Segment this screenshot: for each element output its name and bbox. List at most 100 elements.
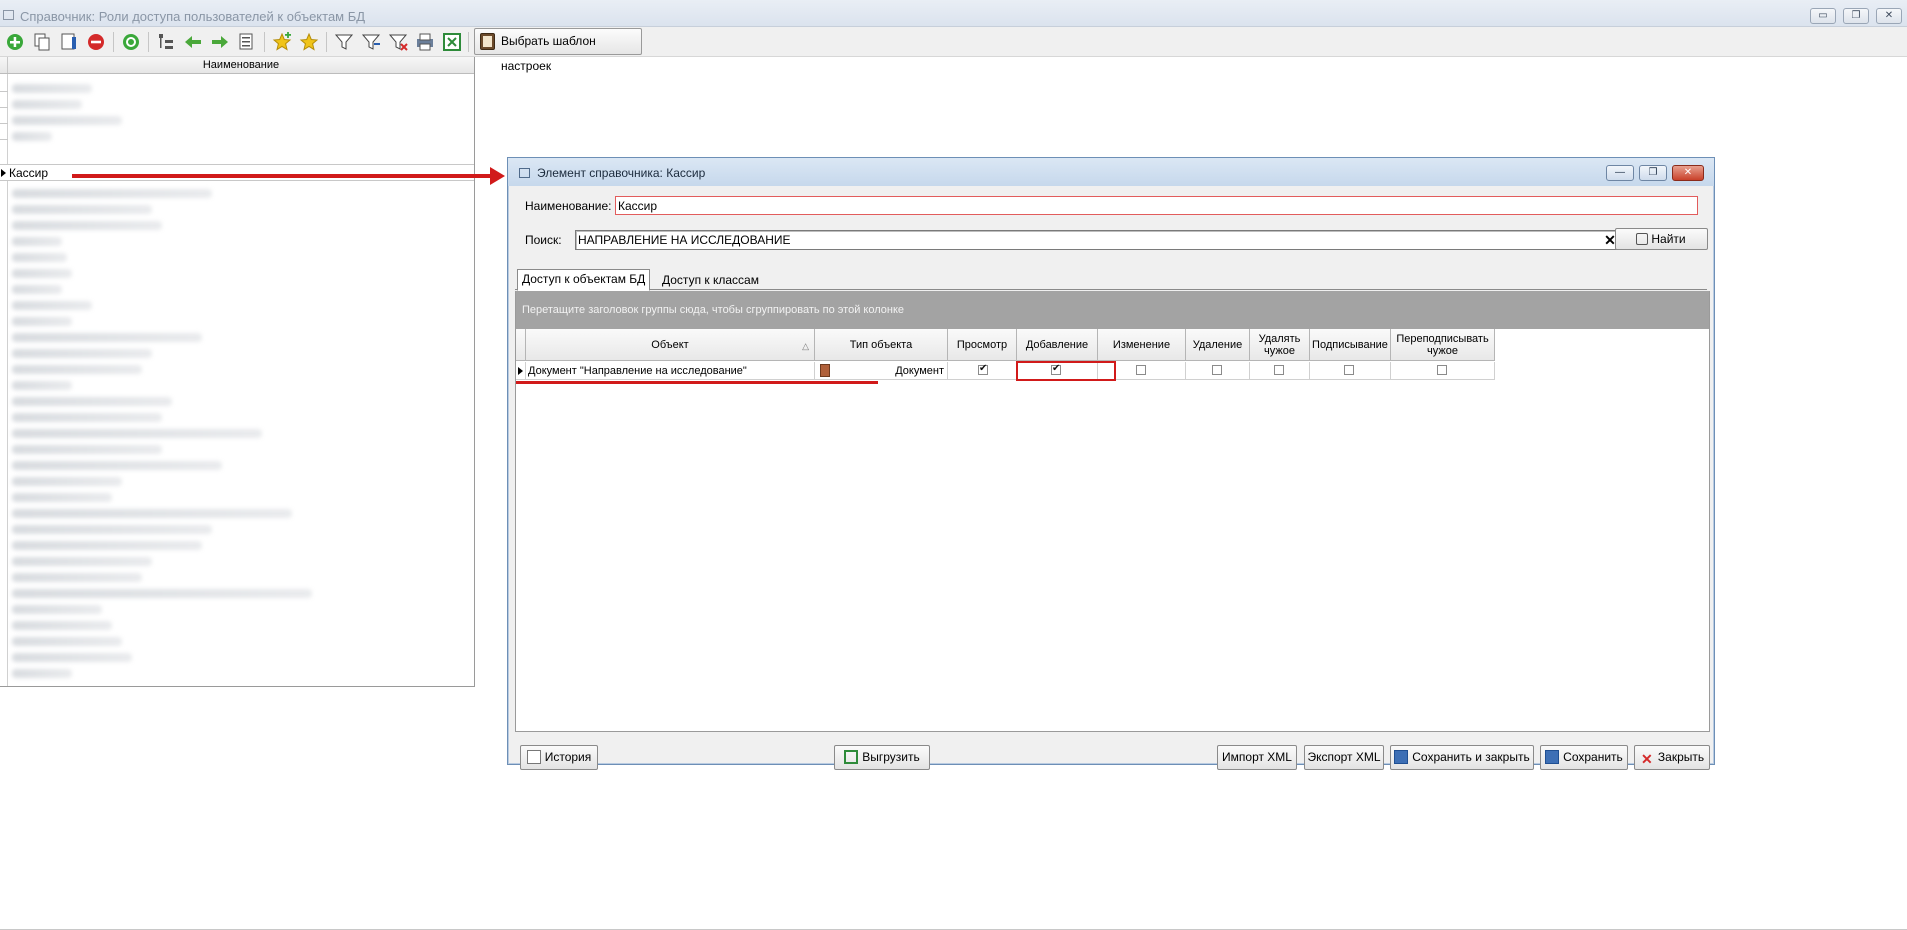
list-item[interactable] bbox=[12, 116, 122, 125]
refresh-icon[interactable] bbox=[120, 31, 142, 53]
main-window-title: Справочник: Роли доступа пользователей к… bbox=[20, 9, 366, 24]
cell-sign[interactable] bbox=[1310, 362, 1391, 380]
back-arrow-icon[interactable] bbox=[182, 31, 204, 53]
list-item[interactable] bbox=[12, 493, 112, 502]
cell-delete[interactable] bbox=[1186, 362, 1250, 380]
list-item[interactable] bbox=[12, 477, 122, 486]
unload-button[interactable]: Выгрузить bbox=[834, 745, 930, 770]
column-header-object[interactable]: Объект △ bbox=[526, 329, 815, 361]
column-header-resign-others[interactable]: Переподписывать чужое bbox=[1391, 329, 1495, 361]
delete-checkbox[interactable] bbox=[1212, 365, 1222, 375]
list-item[interactable] bbox=[12, 541, 202, 550]
close-button[interactable]: ✕ Закрыть bbox=[1634, 745, 1710, 770]
cell-type[interactable]: Документ bbox=[815, 362, 948, 380]
dialog-restore-button[interactable]: ❐ bbox=[1639, 165, 1667, 181]
list-item[interactable] bbox=[12, 333, 202, 342]
list-item[interactable] bbox=[12, 653, 132, 662]
export-xml-button[interactable]: Экспорт XML bbox=[1304, 745, 1384, 770]
name-field[interactable]: Кассир bbox=[615, 196, 1698, 215]
column-header-delete-others[interactable]: Удалять чужое bbox=[1250, 329, 1310, 361]
delete-others-checkbox[interactable] bbox=[1274, 365, 1284, 375]
tree-icon[interactable] bbox=[155, 31, 177, 53]
add-icon[interactable] bbox=[4, 31, 26, 53]
column-header-edit[interactable]: Изменение bbox=[1098, 329, 1186, 361]
list-item[interactable] bbox=[12, 253, 67, 262]
sign-checkbox[interactable] bbox=[1344, 365, 1354, 375]
history-button[interactable]: История bbox=[520, 745, 598, 770]
column-header-sign[interactable]: Подписывание bbox=[1310, 329, 1391, 361]
list-item[interactable] bbox=[12, 349, 152, 358]
save-close-button[interactable]: Сохранить и закрыть bbox=[1390, 745, 1534, 770]
list-item[interactable] bbox=[12, 669, 72, 678]
list-item[interactable] bbox=[12, 84, 92, 93]
cell-delete-others[interactable] bbox=[1250, 362, 1310, 380]
edit-checkbox[interactable] bbox=[1136, 365, 1146, 375]
list-item[interactable] bbox=[12, 221, 162, 230]
import-xml-button[interactable]: Импорт XML bbox=[1217, 745, 1297, 770]
minimize-button[interactable]: ▭ bbox=[1810, 8, 1836, 24]
list-item[interactable] bbox=[12, 189, 212, 198]
column-header-view[interactable]: Просмотр bbox=[948, 329, 1017, 361]
list-item[interactable] bbox=[12, 205, 152, 214]
list-item[interactable] bbox=[12, 621, 112, 630]
list-item[interactable] bbox=[12, 589, 312, 598]
list-item[interactable] bbox=[12, 301, 92, 310]
view-checkbox[interactable] bbox=[978, 363, 988, 375]
grid-selector-icon[interactable] bbox=[0, 57, 8, 73]
forward-arrow-icon[interactable] bbox=[209, 31, 231, 53]
list-item[interactable] bbox=[12, 381, 72, 390]
list-item[interactable] bbox=[12, 461, 222, 470]
excel-icon[interactable] bbox=[441, 31, 463, 53]
list-item[interactable] bbox=[12, 132, 52, 141]
list-item[interactable] bbox=[12, 413, 162, 422]
list-item[interactable] bbox=[12, 557, 152, 566]
list-item[interactable] bbox=[12, 100, 82, 109]
list-item[interactable] bbox=[12, 525, 212, 534]
restore-button[interactable]: ❐ bbox=[1843, 8, 1869, 24]
list-item[interactable] bbox=[12, 397, 172, 406]
filter-icon[interactable] bbox=[333, 31, 355, 53]
column-header-name[interactable]: Наименование bbox=[8, 59, 474, 71]
filter-edit-icon[interactable] bbox=[360, 31, 382, 53]
tab-db-objects[interactable]: Доступ к объектам БД bbox=[517, 269, 651, 291]
row-pointer-cell[interactable] bbox=[516, 362, 526, 380]
grid-selector-icon[interactable] bbox=[516, 329, 526, 361]
edit-icon[interactable] bbox=[58, 31, 80, 53]
find-button[interactable]: Найти bbox=[1615, 228, 1708, 250]
list-item[interactable] bbox=[12, 573, 142, 582]
list-item[interactable] bbox=[12, 269, 72, 278]
list-item[interactable] bbox=[12, 317, 72, 326]
cell-object[interactable]: Документ "Направление на исследование" bbox=[526, 362, 815, 380]
star-add-icon[interactable] bbox=[271, 31, 293, 53]
list-item[interactable] bbox=[12, 285, 62, 294]
delete-icon[interactable] bbox=[85, 31, 107, 53]
cell-view[interactable] bbox=[948, 362, 1017, 380]
list-item[interactable] bbox=[12, 445, 162, 454]
copy-icon[interactable] bbox=[31, 31, 53, 53]
list-icon[interactable] bbox=[236, 31, 258, 53]
column-header-delete[interactable]: Удаление bbox=[1186, 329, 1250, 361]
star-icon[interactable] bbox=[298, 31, 320, 53]
dialog-minimize-button[interactable]: — bbox=[1606, 165, 1634, 181]
list-item[interactable] bbox=[12, 605, 102, 614]
cell-resign-others[interactable] bbox=[1391, 362, 1495, 380]
row-pointer-icon bbox=[518, 367, 523, 375]
list-item[interactable] bbox=[12, 637, 122, 646]
list-item-selected[interactable]: Кассир bbox=[0, 164, 474, 181]
list-item[interactable] bbox=[12, 509, 292, 518]
list-item[interactable] bbox=[12, 429, 262, 438]
dialog-close-button[interactable]: ✕ bbox=[1672, 165, 1704, 181]
search-input[interactable]: НАПРАВЛЕНИЕ НА ИССЛЕДОВАНИЕ bbox=[575, 230, 1619, 250]
tab-classes[interactable]: Доступ к классам bbox=[658, 271, 763, 290]
group-by-panel[interactable]: Перетащите заголовок группы сюда, чтобы … bbox=[516, 291, 1709, 329]
list-item[interactable] bbox=[12, 365, 142, 374]
resign-others-checkbox[interactable] bbox=[1437, 365, 1447, 375]
column-header-type[interactable]: Тип объекта bbox=[815, 329, 948, 361]
save-button[interactable]: Сохранить bbox=[1540, 745, 1628, 770]
close-button[interactable]: ✕ bbox=[1876, 8, 1902, 24]
choose-template-button[interactable]: Выбрать шаблон настроек bbox=[474, 28, 642, 73]
print-icon[interactable] bbox=[414, 31, 436, 53]
list-item[interactable] bbox=[12, 237, 62, 246]
filter-clear-icon[interactable] bbox=[387, 31, 409, 53]
column-header-add[interactable]: Добавление bbox=[1017, 329, 1098, 361]
